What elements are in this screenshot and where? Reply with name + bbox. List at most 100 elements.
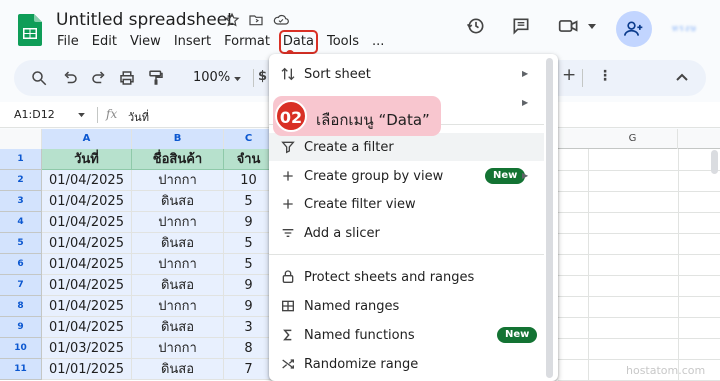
row-header[interactable]: 1: [0, 149, 42, 170]
collapse-toolbar-icon[interactable]: [676, 73, 688, 81]
table-cell[interactable]: ปากกา: [132, 296, 224, 317]
row-header[interactable]: 9: [0, 317, 42, 338]
currency-format-button[interactable]: $: [258, 69, 267, 84]
menu-item-create-group-by-view[interactable]: Create group by view New ▶: [269, 162, 544, 190]
vertical-scrollbar[interactable]: [711, 150, 718, 174]
cloud-status-icon[interactable]: [272, 12, 290, 28]
chevron-down-icon[interactable]: [588, 24, 596, 30]
menu-item-randomize-range[interactable]: Randomize range: [269, 350, 544, 378]
row-header[interactable]: 4: [0, 212, 42, 233]
row-header[interactable]: 2: [0, 170, 42, 191]
row-header[interactable]: 8: [0, 296, 42, 317]
version-history-icon[interactable]: [466, 16, 486, 36]
select-all-corner[interactable]: [0, 129, 42, 149]
print-icon[interactable]: [118, 69, 136, 87]
table-cell[interactable]: ปากกา: [132, 254, 224, 275]
move-folder-icon[interactable]: [248, 12, 264, 28]
header-cell[interactable]: ชื่อสินค้า: [132, 149, 224, 170]
column-header-g[interactable]: G: [588, 129, 678, 149]
table-cell[interactable]: 5: [224, 233, 274, 254]
menu-scrollbar[interactable]: [546, 58, 553, 378]
table-cell[interactable]: ปากกา: [132, 212, 224, 233]
formula-input[interactable]: วันที่: [128, 108, 149, 126]
menu-item-create-filter[interactable]: Create a filter: [269, 133, 544, 161]
table-cell[interactable]: 01/03/2025: [42, 338, 132, 359]
header-cell[interactable]: จำน: [224, 149, 274, 170]
row-header[interactable]: 11: [0, 359, 42, 380]
menu-edit[interactable]: Edit: [92, 34, 117, 50]
table-cell[interactable]: ดินสอ: [132, 317, 224, 338]
table-cell[interactable]: 01/04/2025: [42, 296, 132, 317]
table-cell[interactable]: 01/04/2025: [42, 233, 132, 254]
menu-insert[interactable]: Insert: [174, 34, 211, 50]
table-cell[interactable]: 01/04/2025: [42, 170, 132, 191]
watermark: hostatom.com: [626, 364, 706, 377]
menu-tools[interactable]: Tools: [327, 34, 359, 50]
menu-item-add-slicer[interactable]: Add a slicer: [269, 219, 544, 247]
undo-icon[interactable]: [61, 69, 79, 87]
table-cell[interactable]: ดินสอ: [132, 359, 224, 380]
row-header[interactable]: 7: [0, 275, 42, 296]
row-header[interactable]: 6: [0, 254, 42, 275]
account-name[interactable]: ทรงษ: [672, 21, 697, 35]
more-options-icon[interactable]: ⋮: [598, 68, 612, 84]
zoom-chevron-icon[interactable]: [234, 77, 241, 82]
paint-format-icon[interactable]: [147, 69, 165, 87]
row-header[interactable]: 5: [0, 233, 42, 254]
table-cell[interactable]: ดินสอ: [132, 275, 224, 296]
table-cell[interactable]: 9: [224, 212, 274, 233]
menu-item-named-ranges[interactable]: Named ranges: [269, 292, 544, 320]
menu-item-protect-sheets[interactable]: Protect sheets and ranges: [269, 263, 544, 291]
document-title[interactable]: Untitled spreadsheet: [56, 10, 234, 30]
table-cell[interactable]: ปากกา: [132, 338, 224, 359]
menu-item-named-functions[interactable]: Named functions New: [269, 321, 544, 349]
table-cell[interactable]: 01/01/2025: [42, 359, 132, 380]
table-cell[interactable]: 01/04/2025: [42, 191, 132, 212]
menu-view[interactable]: View: [130, 34, 161, 50]
redo-icon[interactable]: [90, 69, 108, 87]
column-header-b[interactable]: B: [132, 129, 224, 149]
table-cell[interactable]: 8: [224, 338, 274, 359]
menu-format[interactable]: Format: [224, 34, 270, 50]
table-cell[interactable]: 10: [224, 170, 274, 191]
insert-plus-button[interactable]: +: [562, 65, 576, 85]
menu-file[interactable]: File: [57, 34, 79, 50]
table-cell[interactable]: 01/04/2025: [42, 275, 132, 296]
named-ranges-icon: [282, 300, 294, 312]
table-cell[interactable]: 3: [224, 317, 274, 338]
menu-data[interactable]: Data: [278, 30, 318, 54]
table-cell[interactable]: 5: [224, 191, 274, 212]
table-cell[interactable]: 01/04/2025: [42, 212, 132, 233]
table-cell[interactable]: 9: [224, 275, 274, 296]
comments-icon[interactable]: [511, 16, 531, 36]
menu-more[interactable]: ...: [372, 34, 384, 50]
table-cell[interactable]: 9: [224, 296, 274, 317]
fx-label: fx: [106, 107, 118, 121]
table-cell[interactable]: 7: [224, 359, 274, 380]
zoom-select[interactable]: 100%: [193, 70, 230, 85]
table-cell[interactable]: ปากกา: [132, 170, 224, 191]
name-box[interactable]: A1:D12: [14, 108, 55, 121]
table-cell[interactable]: 5: [224, 254, 274, 275]
grid-line: [558, 191, 720, 192]
grid-line: [558, 359, 720, 360]
search-icon[interactable]: [30, 69, 48, 87]
star-icon[interactable]: [224, 12, 240, 28]
name-box-chevron-icon[interactable]: [78, 113, 85, 118]
menu-item-sort-sheet[interactable]: Sort sheet ▶: [269, 60, 544, 88]
sheets-logo-icon[interactable]: [18, 14, 42, 46]
column-header-c[interactable]: C: [224, 129, 274, 149]
menu-item-create-filter-view[interactable]: Create filter view: [269, 190, 544, 218]
table-cell[interactable]: ดินสอ: [132, 233, 224, 254]
row-header[interactable]: 3: [0, 191, 42, 212]
table-cell[interactable]: 01/04/2025: [42, 254, 132, 275]
menu-item-label: Create group by view: [304, 168, 444, 184]
table-cell[interactable]: ดินสอ: [132, 191, 224, 212]
menu-bar: File Edit View Insert Format Data Tools …: [57, 30, 397, 54]
share-add-person-button[interactable]: [616, 11, 652, 47]
row-header[interactable]: 10: [0, 338, 42, 359]
meet-icon[interactable]: [558, 17, 580, 35]
header-cell[interactable]: วันที่: [42, 149, 132, 170]
table-cell[interactable]: 01/04/2025: [42, 317, 132, 338]
column-header-a[interactable]: A: [42, 129, 132, 149]
